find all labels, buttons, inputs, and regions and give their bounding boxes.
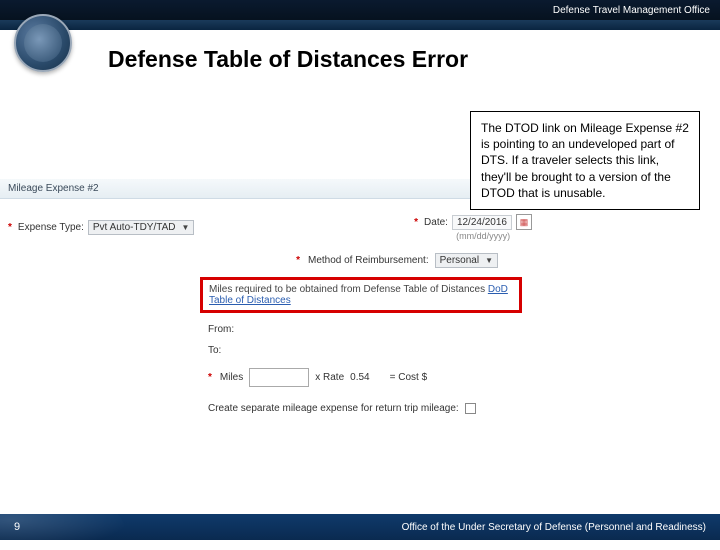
- rate-value: 0.54: [350, 372, 369, 383]
- required-asterisk: *: [296, 255, 300, 266]
- date-format-hint: (mm/dd/yyyy): [456, 231, 532, 241]
- mor-value: Personal: [440, 255, 479, 266]
- expense-type-value: Pvt Auto-TDY/TAD: [93, 222, 176, 233]
- row-from: From:: [200, 321, 552, 338]
- date-label: Date:: [424, 217, 448, 228]
- chevron-down-icon: ▼: [182, 223, 190, 232]
- calendar-icon[interactable]: ▦: [516, 214, 532, 230]
- expense-type-label: Expense Type:: [18, 222, 84, 233]
- cost-label: = Cost $: [390, 372, 428, 383]
- from-label: From:: [208, 324, 234, 335]
- row-to: To:: [200, 342, 552, 359]
- row-method-reimbursement: * Method of Reimbursement: Personal ▼: [0, 250, 552, 271]
- dod-seal-icon: [14, 14, 72, 72]
- miles-input[interactable]: [249, 368, 309, 387]
- required-asterisk: *: [414, 217, 418, 228]
- footer-arc-decoration: [0, 490, 130, 550]
- expense-type-select[interactable]: Pvt Auto-TDY/TAD ▼: [88, 220, 195, 235]
- mileage-form: Mileage Expense #2 * Expense Type: Pvt A…: [0, 179, 552, 417]
- page-title: Defense Table of Distances Error: [108, 46, 720, 73]
- mor-select[interactable]: Personal ▼: [435, 253, 498, 268]
- callout-box: The DTOD link on Mileage Expense #2 is p…: [470, 111, 700, 210]
- date-input[interactable]: 12/24/2016: [452, 215, 512, 230]
- dtod-lead-text: Miles required to be obtained from Defen…: [209, 284, 488, 295]
- header-office-text: Defense Travel Management Office: [553, 5, 710, 16]
- header-bar: Defense Travel Management Office: [0, 0, 720, 20]
- chevron-down-icon: ▼: [485, 256, 493, 265]
- dtod-highlight-box: Miles required to be obtained from Defen…: [200, 277, 522, 313]
- rate-label: x Rate: [315, 372, 344, 383]
- to-label: To:: [208, 345, 221, 356]
- miles-label: Miles: [220, 372, 243, 383]
- dtod-text: Miles required to be obtained from Defen…: [209, 284, 508, 306]
- footer-bar: 9 Office of the Under Secretary of Defen…: [0, 514, 720, 540]
- page-number: 9: [14, 521, 20, 533]
- row-expense-type: * Expense Type: Pvt Auto-TDY/TAD ▼ * Dat…: [0, 211, 552, 244]
- footer-org-text: Office of the Under Secretary of Defense…: [402, 522, 706, 533]
- mor-label: Method of Reimbursement:: [308, 255, 429, 266]
- row-miles: * Miles x Rate 0.54 = Cost $: [200, 365, 552, 390]
- row-separate-mileage: Create separate mileage expense for retu…: [200, 400, 552, 417]
- required-asterisk: *: [8, 222, 12, 233]
- separate-mileage-checkbox[interactable]: [465, 403, 476, 414]
- separate-mileage-label: Create separate mileage expense for retu…: [208, 403, 459, 414]
- required-asterisk: *: [208, 372, 212, 383]
- header-strip: [0, 20, 720, 30]
